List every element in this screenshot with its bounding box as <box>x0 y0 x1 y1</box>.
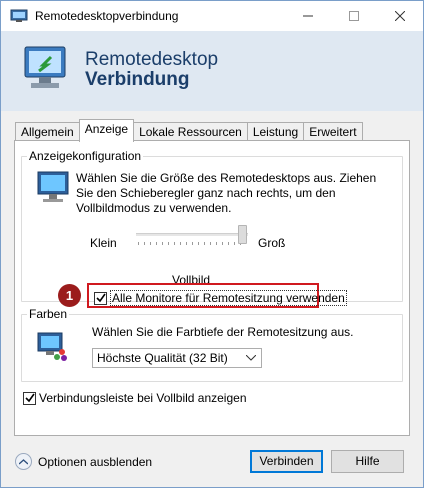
color-depth-value: Höchste Qualität (32 Bit) <box>97 351 228 365</box>
checkbox-box[interactable] <box>23 391 36 405</box>
help-button[interactable]: Hilfe <box>331 450 404 473</box>
display-tab-panel: Anzeigekonfiguration Wählen Sie die Größ… <box>14 140 410 436</box>
banner-title-line2: Verbindung <box>85 69 190 90</box>
tab-leistung[interactable]: Leistung <box>246 122 305 142</box>
options-toggle[interactable]: Optionen ausblenden <box>15 453 152 470</box>
checkbox-box[interactable] <box>94 291 107 305</box>
minimize-button[interactable] <box>285 1 331 31</box>
color-depth-select[interactable]: Höchste Qualität (32 Bit) <box>92 348 262 368</box>
maximize-button[interactable] <box>331 1 377 31</box>
options-toggle-label: Optionen ausblenden <box>38 454 153 469</box>
close-button[interactable] <box>377 1 423 31</box>
callout-badge: 1 <box>58 284 81 307</box>
tab-lokale-ressourcen[interactable]: Lokale Ressourcen <box>133 122 248 142</box>
slider-track <box>136 233 248 236</box>
color-palette-icon <box>37 332 67 361</box>
checkmark-icon <box>95 293 106 303</box>
rdp-window: Remotedesktopverbindung Remotedesktop Ve… <box>0 0 424 488</box>
display-config-title: Anzeigekonfiguration <box>27 149 144 163</box>
connection-bar-label: Verbindungsleiste bei Vollbild anzeigen <box>39 391 247 405</box>
monitor-icon <box>37 171 69 202</box>
remote-desktop-logo-icon <box>24 46 66 88</box>
title-bar: Remotedesktopverbindung <box>1 1 423 31</box>
slider-ticks <box>138 242 246 245</box>
chevron-down-icon <box>246 355 256 361</box>
maximize-icon <box>349 11 359 21</box>
display-size-slider[interactable] <box>134 225 254 247</box>
header-banner: Remotedesktop Verbindung <box>1 31 423 111</box>
slider-thumb[interactable] <box>238 225 247 244</box>
window-title: Remotedesktopverbindung <box>35 9 179 23</box>
display-description: Wählen Sie die Größe des Remotedesktops … <box>76 171 377 215</box>
colors-title: Farben <box>27 307 70 321</box>
connection-bar-checkbox[interactable]: Verbindungsleiste bei Vollbild anzeigen <box>23 391 247 405</box>
minimize-icon <box>303 15 313 17</box>
tab-strip: Allgemein Anzeige Lokale Ressourcen Leis… <box>15 119 363 142</box>
banner-title-line1: Remotedesktop <box>85 49 219 70</box>
checkmark-icon <box>24 393 35 403</box>
tab-allgemein[interactable]: Allgemein <box>15 122 80 142</box>
tab-erweitert[interactable]: Erweitert <box>303 122 363 142</box>
chevron-up-icon <box>15 453 32 470</box>
display-config-group: Anzeigekonfiguration Wählen Sie die Größ… <box>21 149 403 308</box>
remote-desktop-icon <box>10 9 28 22</box>
multi-monitor-checkbox[interactable]: Alle Monitore für Remotesitzung verwende… <box>94 290 347 306</box>
tab-anzeige[interactable]: Anzeige <box>78 119 135 142</box>
colors-description: Wählen Sie die Farbtiefe der Remotesitzu… <box>92 325 354 339</box>
slider-min-label: Klein <box>90 236 117 250</box>
slider-max-label: Groß <box>258 236 286 250</box>
connect-button[interactable]: Verbinden <box>250 450 323 473</box>
close-icon <box>395 11 405 21</box>
multi-monitor-label: Alle Monitore für Remotesitzung verwende… <box>110 290 347 306</box>
colors-group: Farben Wählen Sie die Farbtiefe der Remo… <box>21 307 403 382</box>
